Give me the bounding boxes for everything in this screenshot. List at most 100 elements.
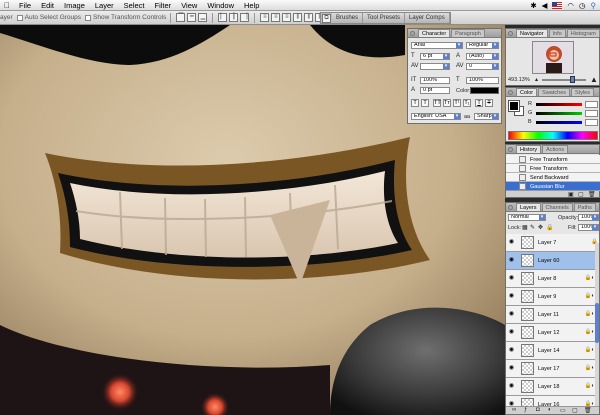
tab-character[interactable]: Character xyxy=(418,29,451,37)
font-size-field[interactable]: 6 pt xyxy=(420,53,450,60)
tab-navigator[interactable]: Navigator xyxy=(516,29,548,37)
tab-channels[interactable]: Channels xyxy=(541,203,573,211)
leading-field[interactable]: (Auto) xyxy=(466,53,499,60)
layer-row[interactable]: ◉ Layer 8 🔒◐◐ xyxy=(506,270,599,288)
close-icon[interactable] xyxy=(508,205,513,210)
eye-icon[interactable]: ◉ xyxy=(508,329,515,336)
foreground-color-swatch[interactable] xyxy=(508,100,520,112)
new-group-icon[interactable]: ▭ xyxy=(560,407,566,414)
tab-swatches[interactable]: Swatches xyxy=(538,88,571,96)
green-value-field[interactable] xyxy=(585,110,598,117)
menu-file[interactable]: File xyxy=(14,1,36,10)
menu-window[interactable]: Window xyxy=(202,1,239,10)
layers-scrollbar[interactable] xyxy=(595,243,599,413)
new-layer-icon[interactable]: ▢ xyxy=(572,407,578,414)
history-item[interactable]: Send Backward xyxy=(506,173,600,182)
close-icon[interactable] xyxy=(508,31,513,36)
layer-row[interactable]: ◉ Layer 11 🔒◐◐ xyxy=(506,306,599,324)
new-snapshot-icon[interactable]: ▣ xyxy=(568,191,574,198)
lock-all-icon[interactable]: 🔒 xyxy=(546,224,553,231)
layer-row[interactable]: ◉ Layer 12 🔒◐◐ xyxy=(506,324,599,342)
align-middle-icon[interactable]: ━ xyxy=(187,13,197,22)
tab-histogram[interactable]: Histogram xyxy=(566,29,600,37)
tab-styles[interactable]: Styles xyxy=(571,88,594,96)
layer-dropdown-label[interactable]: ayer xyxy=(0,14,13,21)
layer-row[interactable]: ◉ Layer 9 🔒◐◐ xyxy=(506,288,599,306)
text-color-swatch[interactable] xyxy=(470,87,499,94)
eye-icon[interactable]: ◉ xyxy=(508,383,515,390)
apple-icon[interactable]:  xyxy=(0,1,14,10)
zoom-slider-handle[interactable] xyxy=(570,76,575,83)
layer-row[interactable]: ◉ Layer 18 🔒◐◐ xyxy=(506,378,599,396)
clock-icon[interactable]: ◷ xyxy=(579,1,586,10)
layer-mask-icon[interactable]: ◘ xyxy=(536,407,540,413)
strikethrough-button[interactable]: T xyxy=(485,99,493,107)
wifi-icon[interactable]: ◠ xyxy=(567,1,574,10)
palette-well-icon[interactable]: ⧉ xyxy=(322,14,331,23)
menu-help[interactable]: Help xyxy=(239,1,264,10)
eye-icon[interactable]: ◉ xyxy=(508,365,515,372)
opacity-field[interactable]: 100% xyxy=(578,214,599,221)
horizontal-scale-field[interactable]: 100% xyxy=(466,77,499,84)
all-caps-button[interactable]: TT xyxy=(433,99,441,107)
new-document-icon[interactable]: ▢ xyxy=(578,191,584,198)
font-family-select[interactable]: Arial xyxy=(411,42,463,49)
zoom-level[interactable]: 493.13% xyxy=(508,77,530,83)
antialias-select[interactable]: Sharp xyxy=(474,113,499,120)
subscript-button[interactable]: T₁ xyxy=(463,99,471,107)
tab-paths[interactable]: Paths xyxy=(573,203,596,211)
red-value-field[interactable] xyxy=(585,101,598,108)
history-item[interactable]: Free Transform xyxy=(506,164,600,173)
layer-row[interactable]: ◉ Layer 7 🔒 xyxy=(506,234,599,252)
volume-icon[interactable]: ◀ xyxy=(542,1,548,10)
fill-field[interactable]: 100% xyxy=(578,224,599,231)
lock-position-icon[interactable]: ✥ xyxy=(538,224,543,231)
zoom-out-icon[interactable]: ▴ xyxy=(535,76,538,83)
vertical-scale-field[interactable]: 100% xyxy=(420,77,450,84)
align-center-icon[interactable]: ┃ xyxy=(229,13,239,22)
layer-row[interactable]: ◉ Layer 17 🔒◐◐ xyxy=(506,360,599,378)
blue-slider[interactable] xyxy=(536,121,582,124)
language-select[interactable]: English: USA xyxy=(411,113,461,120)
spotlight-icon[interactable]: ⚲ xyxy=(591,1,597,10)
align-top-icon[interactable]: ▔ xyxy=(176,13,186,22)
faux-bold-button[interactable]: T xyxy=(411,99,419,107)
layer-row-selected[interactable]: ◉ Layer 60 xyxy=(506,252,599,270)
menu-edit[interactable]: Edit xyxy=(36,1,59,10)
tab-color[interactable]: Color xyxy=(516,88,538,96)
align-bottom-icon[interactable]: ▁ xyxy=(198,13,208,22)
zoom-slider[interactable] xyxy=(542,79,586,81)
tab-tool-presets[interactable]: Tool Presets xyxy=(363,13,406,23)
layer-style-icon[interactable]: ƒ xyxy=(524,407,527,413)
baseline-shift-field[interactable]: 0 pt xyxy=(420,87,450,94)
align-right-icon[interactable]: ▕ xyxy=(240,13,250,22)
distribute-icon[interactable]: ⫼ xyxy=(293,13,303,22)
underline-button[interactable]: T xyxy=(475,99,483,107)
green-slider[interactable] xyxy=(536,112,582,115)
kerning-field[interactable] xyxy=(420,63,450,70)
close-icon[interactable] xyxy=(508,90,513,95)
lock-image-icon[interactable]: ✎ xyxy=(530,224,535,231)
layer-row[interactable]: ◉ Layer 14 🔒◐◐ xyxy=(506,342,599,360)
distribute-icon[interactable]: ≡ xyxy=(271,13,281,22)
link-layers-icon[interactable]: ∞ xyxy=(512,407,516,413)
menu-layer[interactable]: Layer xyxy=(90,1,119,10)
menu-filter[interactable]: Filter xyxy=(150,1,177,10)
tab-paragraph[interactable]: Paragraph xyxy=(451,29,485,37)
bluetooth-icon[interactable]: ✱ xyxy=(530,1,536,10)
menu-view[interactable]: View xyxy=(176,1,202,10)
layers-scrollbar-thumb[interactable] xyxy=(595,303,599,343)
small-caps-button[interactable]: Tт xyxy=(443,99,451,107)
red-slider[interactable] xyxy=(536,103,582,106)
tab-brushes[interactable]: Brushes xyxy=(332,13,364,23)
flag-icon[interactable] xyxy=(552,1,563,9)
tab-layer-comps[interactable]: Layer Comps xyxy=(405,13,450,23)
lock-transparent-icon[interactable]: ▦ xyxy=(522,224,528,231)
distribute-icon[interactable]: ⫼ xyxy=(304,13,314,22)
align-left-icon[interactable]: ▏ xyxy=(218,13,228,22)
eye-icon[interactable]: ◉ xyxy=(508,311,515,318)
close-icon[interactable] xyxy=(410,31,415,36)
eye-icon[interactable]: ◉ xyxy=(508,293,515,300)
zoom-in-icon[interactable]: ▲ xyxy=(590,75,598,84)
tab-history[interactable]: History xyxy=(516,145,542,153)
